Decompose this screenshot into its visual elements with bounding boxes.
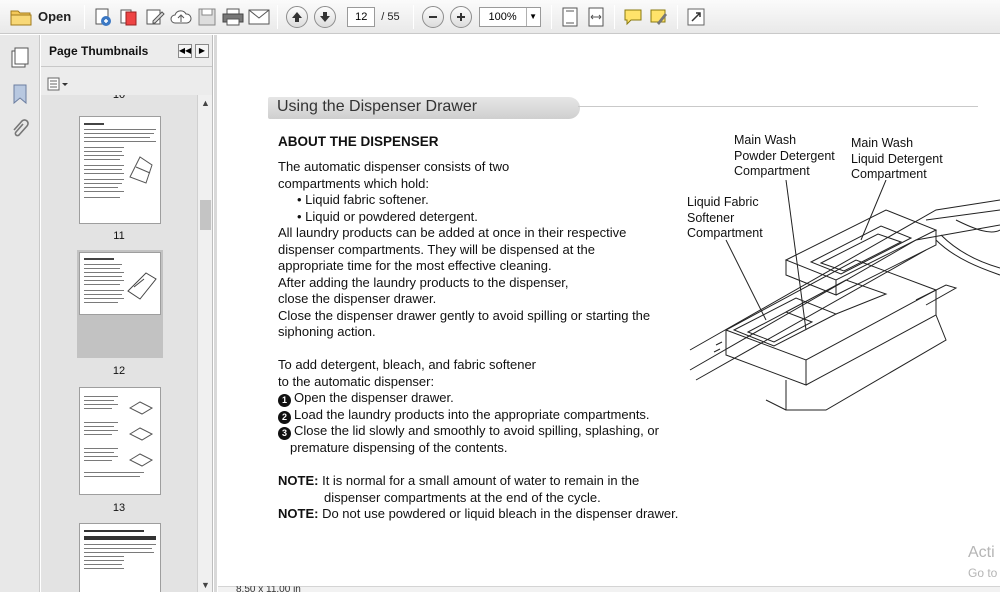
arrow-down-icon xyxy=(320,11,331,22)
minus-icon xyxy=(428,15,437,18)
step-continuation: premature dispensing of the contents. xyxy=(290,439,508,455)
print-icon[interactable] xyxy=(220,4,246,30)
step-item: 1 Open the dispenser drawer. xyxy=(278,390,454,407)
paragraph-line: After adding the laundry products to the… xyxy=(278,274,569,290)
combine-files-icon[interactable] xyxy=(116,4,142,30)
previous-page-button[interactable] xyxy=(286,5,309,28)
bullet-item: • Liquid or powdered detergent. xyxy=(297,208,478,224)
zoom-in-button[interactable] xyxy=(449,5,472,28)
page-number-input[interactable]: 12 xyxy=(347,6,376,27)
zoom-select[interactable]: 100% ▼ xyxy=(478,6,541,27)
thumbnail-page-13[interactable] xyxy=(79,387,161,495)
step-text: Close the lid slowly and smoothly to avo… xyxy=(294,423,659,438)
email-icon[interactable] xyxy=(246,4,272,30)
step-number: 3 xyxy=(278,427,291,440)
chevron-up-icon[interactable]: ▲ xyxy=(198,95,213,110)
note-text: Do not use powdered or liquid bleach in … xyxy=(322,506,679,521)
save-icon[interactable] xyxy=(194,4,220,30)
fit-page-icon[interactable] xyxy=(557,4,583,30)
navigation-pane-strip xyxy=(0,35,40,592)
arrow-up-icon xyxy=(292,11,303,22)
paragraph-line: All laundry products can be added at onc… xyxy=(278,225,627,240)
paragraph-line: siphoning action. xyxy=(278,324,376,339)
paragraph-line: appropriate time for the most effective … xyxy=(278,258,552,273)
page-total: / 55 xyxy=(381,10,400,23)
thumbnail-label: 10 xyxy=(112,95,126,101)
attachments-icon[interactable] xyxy=(10,119,30,141)
edit-icon[interactable] xyxy=(142,4,168,30)
create-pdf-icon[interactable] xyxy=(90,4,116,30)
section-divider xyxy=(578,106,978,107)
paragraph-line: The automatic dispenser consists of two xyxy=(278,159,510,174)
bullet-item: • Liquid fabric softener. xyxy=(297,192,429,207)
thumbnail-page-14[interactable] xyxy=(79,523,161,592)
paragraph-line: dispenser compartments. They will be dis… xyxy=(278,241,595,257)
note-text: It is normal for a small amount of water… xyxy=(322,473,640,488)
thumbnails-title: Page Thumbnails xyxy=(49,43,149,58)
note-line: NOTE: Do not use powdered or liquid blea… xyxy=(278,506,678,523)
step-number: 1 xyxy=(278,394,291,407)
status-bar xyxy=(218,586,1000,592)
thumbnail-list: 10 11 12 13 xyxy=(41,95,197,592)
thumbnail-page-11[interactable] xyxy=(79,116,161,224)
dispenser-drawer-illustration xyxy=(689,180,1000,411)
thumbnails-scrollbar[interactable]: ▲ ▼ xyxy=(197,95,212,592)
collapse-icon[interactable]: ◀◀ xyxy=(178,43,192,58)
step-text: Open the dispenser drawer. xyxy=(294,390,454,405)
paragraph-line: To add detergent, bleach, and fabric sof… xyxy=(278,357,537,372)
note-line: NOTE: It is normal for a small amount of… xyxy=(278,473,639,490)
options-menu-icon[interactable] xyxy=(47,77,69,91)
chevron-down-icon[interactable]: ▼ xyxy=(198,577,213,592)
page-thumbnails-icon[interactable] xyxy=(10,47,30,69)
plus-icon xyxy=(456,12,465,21)
chevron-down-icon[interactable]: ▼ xyxy=(525,7,540,26)
zoom-value: 100% xyxy=(488,10,517,23)
activation-watermark-sub: Go to xyxy=(968,566,998,580)
note-line: dispenser compartments at the end of the… xyxy=(324,489,601,505)
note-label: NOTE: xyxy=(278,473,319,488)
thumbnails-header: Page Thumbnails ◀◀ ▶ xyxy=(41,35,212,67)
thumbnail-label: 12 xyxy=(112,365,126,377)
toolbar: Open 12 / 55 100% ▼ xyxy=(0,0,1000,34)
paragraph-line: close the dispenser drawer. xyxy=(278,291,437,306)
page-size-indicator: 8.50 x 11.00 in xyxy=(236,586,301,592)
step-item: 3 Close the lid slowly and smoothly to av… xyxy=(278,423,659,440)
thumbnail-page-12[interactable] xyxy=(79,252,161,315)
thumbnail-label: 11 xyxy=(113,230,125,242)
folder-icon xyxy=(10,10,32,25)
thumbnails-panel: Page Thumbnails ◀◀ ▶ 10 11 12 13 ▲ ▼ xyxy=(41,35,213,592)
next-page-button[interactable] xyxy=(314,5,337,28)
panel-menu-icon[interactable]: ▶ xyxy=(195,43,209,58)
step-text: Load the laundry products into the appro… xyxy=(294,406,650,422)
expand-icon[interactable] xyxy=(683,4,709,30)
paragraph-line: Close the dispenser drawer gently to avo… xyxy=(278,307,651,323)
open-label: Open xyxy=(38,9,72,24)
step-item: 2 Load the laundry products into the appr… xyxy=(278,407,650,424)
scrollbar-thumb[interactable] xyxy=(200,200,211,230)
activation-watermark: Acti xyxy=(968,544,995,561)
paragraph-line: to the automatic dispenser: xyxy=(278,373,435,389)
fit-width-icon[interactable] xyxy=(583,4,609,30)
document-edge xyxy=(214,35,217,592)
label-powder-detergent: Main Wash Powder Detergent Compartment xyxy=(734,133,835,178)
about-heading: ABOUT THE DISPENSER xyxy=(278,134,439,149)
highlight-icon[interactable] xyxy=(646,4,672,30)
zoom-out-button[interactable] xyxy=(421,5,444,28)
note-label: NOTE: xyxy=(278,506,319,521)
section-title: Using the Dispenser Drawer xyxy=(277,98,478,115)
thumbnail-label: 13 xyxy=(112,502,126,514)
upload-cloud-icon[interactable] xyxy=(168,4,194,30)
open-button[interactable]: Open xyxy=(8,4,79,30)
bookmarks-icon[interactable] xyxy=(10,83,30,105)
comment-icon[interactable] xyxy=(620,4,646,30)
step-number: 2 xyxy=(278,410,291,424)
label-liquid-detergent: Main Wash Liquid Detergent Compartment xyxy=(851,136,943,181)
paragraph-line: compartments which hold: xyxy=(278,175,430,191)
